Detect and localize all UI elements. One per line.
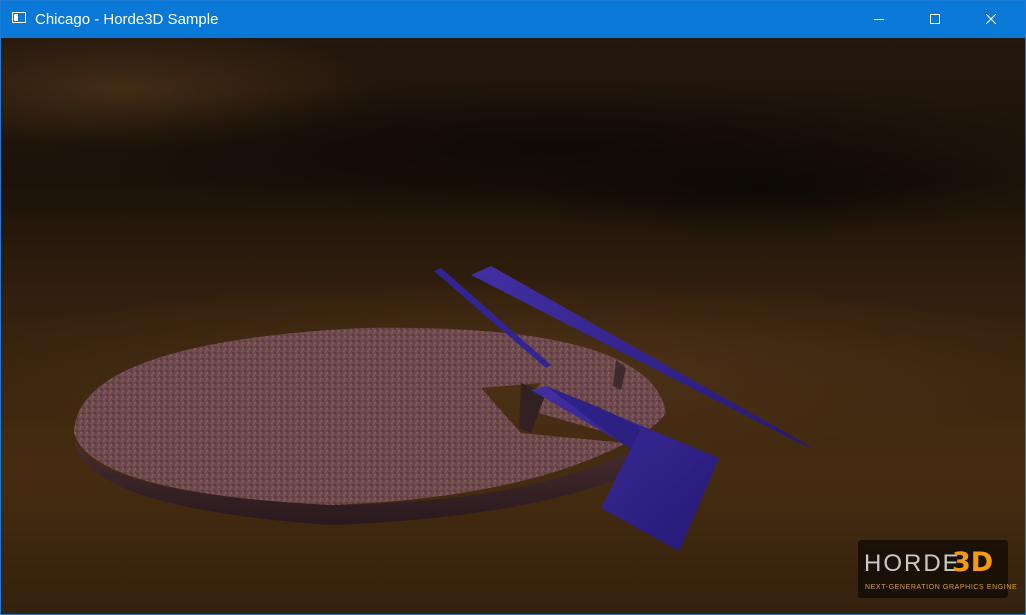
minimize-button[interactable] [856, 1, 902, 38]
render-viewport[interactable]: HORDE 3D NEXT-GENERATION GRAPHICS ENGINE [1, 38, 1025, 614]
horde3d-logo: HORDE 3D NEXT-GENERATION GRAPHICS ENGINE [858, 540, 1017, 598]
minimize-icon [874, 19, 884, 20]
logo-word: HORDE [864, 550, 961, 577]
vignette [1, 38, 1025, 614]
app-window: Chicago - Horde3D Sample HORDE 3D NEXT-G… [0, 0, 1026, 615]
logo-mark: 3D [952, 547, 994, 578]
maximize-icon [930, 14, 940, 24]
maximize-button[interactable] [912, 1, 958, 38]
window-title: Chicago - Horde3D Sample [35, 11, 219, 28]
title-bar[interactable]: Chicago - Horde3D Sample [1, 1, 1025, 38]
close-button[interactable] [968, 1, 1014, 38]
logo-tagline: NEXT-GENERATION GRAPHICS ENGINE [865, 584, 1018, 591]
scene-canvas [1, 38, 1025, 614]
window-icon[interactable] [12, 12, 26, 23]
close-icon [986, 14, 996, 24]
